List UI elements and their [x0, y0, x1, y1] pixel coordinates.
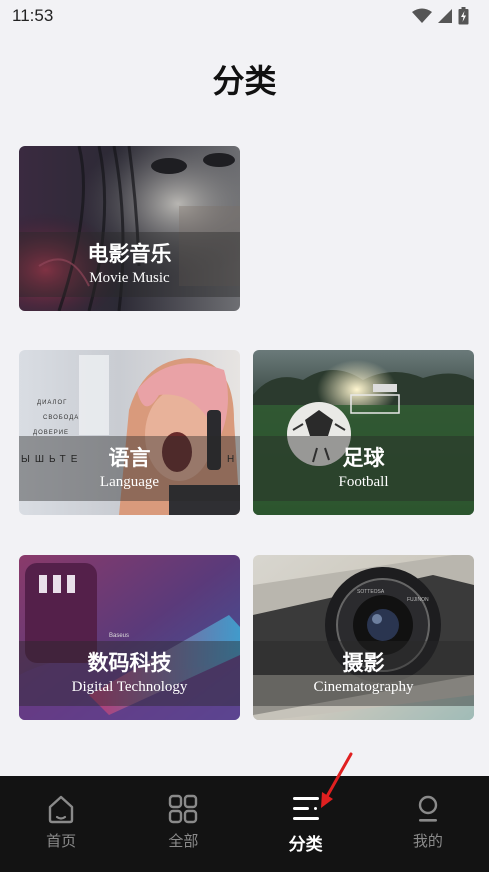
category-card-digital-technology[interactable]: Baseus 数码科技 Digital Technology	[19, 555, 240, 720]
nav-item-profile[interactable]: 我的	[367, 776, 489, 872]
category-caption: 数码科技 Digital Technology	[19, 641, 240, 706]
category-card-movie-music[interactable]: 电影音乐 Movie Music	[19, 146, 240, 311]
image-text-freedom: СВОБОДА	[43, 415, 79, 421]
signal-icon	[438, 9, 452, 23]
page-title: 分类	[212, 62, 277, 100]
category-caption: 电影音乐 Movie Music	[19, 232, 240, 297]
image-text-lens-brand: FUJINON	[407, 597, 429, 603]
nav-item-home[interactable]: 首页	[0, 776, 122, 872]
category-title-zh: 语言	[108, 444, 151, 470]
category-card-cinematography[interactable]: SOTTEOSA FUJINON 摄影 Cinematography	[253, 555, 474, 720]
category-card-language[interactable]: ДИАЛОГ СВОБОДА ДОВЕРИЕ ЫШЬТЕ Н 语言 Langua…	[19, 350, 240, 515]
nav-label: 我的	[412, 832, 443, 850]
image-text-brand: Baseus	[109, 633, 129, 639]
category-caption: 语言 Language	[19, 436, 240, 501]
home-icon	[48, 795, 74, 824]
battery-icon	[458, 7, 469, 25]
category-card-football[interactable]: 足球 Football	[253, 350, 474, 515]
image-text-dialog: ДИАЛОГ	[37, 400, 67, 406]
nav-label: 分类	[288, 835, 323, 855]
status-time: 11:53	[12, 6, 54, 25]
status-bar: 11:53	[0, 0, 489, 32]
category-title-en: Football	[338, 474, 389, 491]
category-caption: 足球 Football	[253, 436, 474, 501]
category-title-zh: 足球	[342, 444, 385, 470]
grid-icon	[169, 794, 198, 824]
category-title-zh: 电影音乐	[87, 240, 172, 266]
status-icons	[412, 7, 469, 25]
category-title-zh: 数码科技	[87, 649, 172, 675]
profile-icon	[418, 795, 438, 822]
image-text-lens-model: SOTTEOSA	[357, 589, 385, 595]
category-list-icon	[292, 797, 319, 820]
nav-label: 全部	[168, 832, 199, 850]
category-title-en: Cinematography	[313, 679, 414, 696]
nav-label: 首页	[46, 832, 77, 850]
category-title-en: Movie Music	[89, 270, 170, 287]
annotation-arrow-icon	[321, 752, 353, 808]
category-title-zh: 摄影	[342, 649, 385, 675]
nav-item-all[interactable]: 全部	[122, 776, 244, 872]
category-title-en: Digital Technology	[71, 679, 188, 696]
category-caption: 摄影 Cinematography	[253, 641, 474, 706]
bottom-navigation: 首页 全部 分类 我的	[0, 776, 489, 872]
category-title-en: Language	[99, 474, 160, 491]
wifi-icon	[412, 8, 432, 23]
